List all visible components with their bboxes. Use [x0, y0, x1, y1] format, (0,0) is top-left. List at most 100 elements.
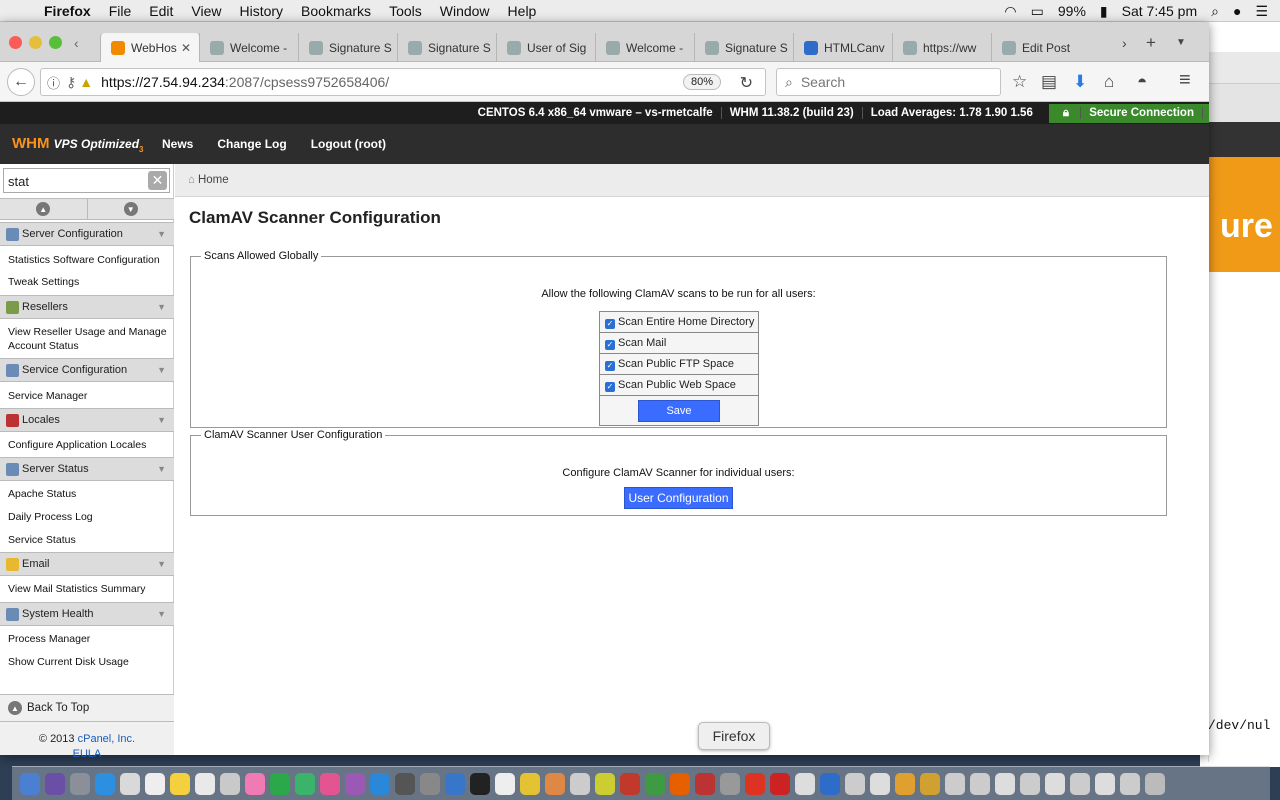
document-icon[interactable] [920, 772, 940, 795]
photos-icon[interactable] [245, 772, 265, 795]
sidebar-item-service-manager[interactable]: Service Manager [8, 389, 168, 403]
close-tab-icon[interactable]: ✕ [181, 41, 191, 55]
ibooks-icon[interactable] [345, 772, 365, 795]
filezilla-icon[interactable] [620, 772, 640, 795]
user-configuration-button[interactable]: User Configuration [624, 487, 733, 509]
checkbox-checked-icon[interactable]: ✓ [605, 339, 615, 350]
nav-logout[interactable]: Logout (root) [311, 137, 386, 151]
spotlight-icon[interactable]: ⌕ [1211, 3, 1219, 20]
menu-app-name[interactable]: Firefox [44, 3, 91, 19]
menu-view[interactable]: View [191, 3, 221, 19]
menu-window[interactable]: Window [440, 3, 490, 19]
back-to-top-button[interactable]: ▲ Back To Top [0, 694, 174, 722]
notification-center-icon[interactable]: ☰ [1255, 3, 1268, 20]
firefox-icon[interactable] [670, 772, 690, 795]
sidebar-item-show-current-disk-usage[interactable]: Show Current Disk Usage [8, 655, 168, 669]
checkbox-checked-icon[interactable]: ✓ [605, 381, 615, 392]
app-icon[interactable] [495, 772, 515, 795]
battery-percent[interactable]: 99% [1058, 3, 1086, 19]
app-icon[interactable] [570, 772, 590, 795]
document-icon[interactable] [895, 772, 915, 795]
menu-help[interactable]: Help [508, 3, 537, 19]
search-field[interactable]: ⌕ Search [776, 68, 1001, 96]
checkbox-checked-icon[interactable]: ✓ [605, 318, 615, 329]
cpanel-link[interactable]: cPanel, Inc. [78, 733, 135, 745]
sidebar-section-service-configuration[interactable]: Service Configuration ▼ [0, 358, 174, 382]
menu-edit[interactable]: Edit [149, 3, 173, 19]
itunes-icon[interactable] [320, 772, 340, 795]
sidebar-item-daily-process-log[interactable]: Daily Process Log [8, 510, 168, 524]
system-preferences-icon[interactable] [395, 772, 415, 795]
bookmarks-list-icon[interactable]: ▤ [1041, 72, 1057, 92]
tab-signature-3[interactable]: Signature S [694, 33, 793, 62]
save-button[interactable]: Save [638, 399, 720, 422]
bookmark-star-icon[interactable]: ☆ [1012, 72, 1027, 92]
zoom-window-button[interactable] [49, 36, 62, 49]
siri-icon[interactable] [45, 772, 65, 795]
app-icon[interactable] [770, 772, 790, 795]
tab-edit-post[interactable]: Edit Post [991, 33, 1090, 62]
sidebar-section-server-configuration[interactable]: Server Configuration ▼ [0, 222, 174, 246]
url-bar[interactable]: ⓘ ⚷ ▲ https://27.54.94.234:2087/cpsess97… [40, 68, 766, 96]
sidebar-section-server-status[interactable]: Server Status ▼ [0, 457, 174, 481]
sidebar-filter-input[interactable]: stat ✕ [3, 168, 170, 193]
tab-welcome-2[interactable]: Welcome - [595, 33, 694, 62]
chrome-icon[interactable] [645, 772, 665, 795]
collapse-all-button[interactable]: ▲ [0, 199, 87, 219]
wifi-icon[interactable]: ◠ [1004, 3, 1016, 20]
document-icon[interactable] [970, 772, 990, 795]
tab-htmlcanvas[interactable]: HTMLCanv [793, 33, 892, 62]
breadcrumb-home-link[interactable]: Home [198, 174, 229, 186]
tab-scroll-right-icon[interactable]: › [1122, 35, 1127, 51]
finder-icon[interactable] [20, 772, 40, 795]
tab-list-icon[interactable]: ▼ [1176, 37, 1186, 48]
sidebar-item-tweak-settings[interactable]: Tweak Settings [8, 275, 168, 289]
pocket-icon[interactable]: ◓ [1137, 72, 1147, 92]
app-icon[interactable] [545, 772, 565, 795]
reload-icon[interactable]: ↻ [740, 73, 753, 93]
sidebar-item-statistics-software-configuration[interactable]: Statistics Software Configuration [8, 253, 168, 267]
help-icon[interactable] [720, 772, 740, 795]
checkbox-checked-icon[interactable]: ✓ [605, 360, 615, 371]
notes-icon[interactable] [170, 772, 190, 795]
home-icon[interactable]: ⌂ [1104, 72, 1114, 92]
app-icon[interactable] [745, 772, 765, 795]
hamburger-menu-icon[interactable]: ≡ [1179, 69, 1191, 92]
tab-signature-2[interactable]: Signature S [397, 33, 496, 62]
document-icon[interactable] [1020, 772, 1040, 795]
scan-option-row[interactable]: ✓ Scan Entire Home Directory [599, 311, 759, 333]
new-tab-icon[interactable]: + [1146, 33, 1156, 53]
menu-file[interactable]: File [109, 3, 132, 19]
sidebar-item-configure-application-locales[interactable]: Configure Application Locales [8, 438, 168, 452]
trash-icon[interactable] [1145, 772, 1165, 795]
back-button[interactable]: ← [7, 68, 35, 96]
nav-news[interactable]: News [162, 137, 193, 151]
document-icon[interactable] [845, 772, 865, 795]
scan-option-row[interactable]: ✓ Scan Public FTP Space [599, 353, 759, 375]
tab-webhost[interactable]: WebHos ✕ [100, 33, 199, 62]
battery-icon[interactable]: ▮ [1100, 3, 1108, 20]
clear-filter-icon[interactable]: ✕ [148, 171, 167, 190]
close-window-button[interactable] [9, 36, 22, 49]
tab-https[interactable]: https://ww [892, 33, 991, 62]
app-store-icon[interactable] [370, 772, 390, 795]
nav-change-log[interactable]: Change Log [217, 137, 286, 151]
sidebar-section-email[interactable]: Email ▼ [0, 552, 174, 576]
facetime-icon[interactable] [295, 772, 315, 795]
app-icon[interactable] [520, 772, 540, 795]
minimize-window-button[interactable] [29, 36, 42, 49]
document-icon[interactable] [870, 772, 890, 795]
sidebar-item-service-status[interactable]: Service Status [8, 533, 168, 547]
document-icon[interactable] [1095, 772, 1115, 795]
utility-icon[interactable] [420, 772, 440, 795]
sidebar-item-view-mail-statistics-summary[interactable]: View Mail Statistics Summary [8, 582, 168, 596]
app-icon[interactable] [795, 772, 815, 795]
info-icon[interactable]: ⓘ [47, 73, 60, 92]
sidebar-section-locales[interactable]: Locales ▼ [0, 408, 174, 432]
tab-user-of-sig[interactable]: User of Sig [496, 33, 595, 62]
menubar-clock[interactable]: Sat 7:45 pm [1122, 3, 1198, 19]
airplay-icon[interactable]: ▭ [1031, 3, 1044, 20]
eula-link[interactable]: EULA [73, 748, 102, 760]
messages-icon[interactable] [270, 772, 290, 795]
app-icon[interactable] [820, 772, 840, 795]
